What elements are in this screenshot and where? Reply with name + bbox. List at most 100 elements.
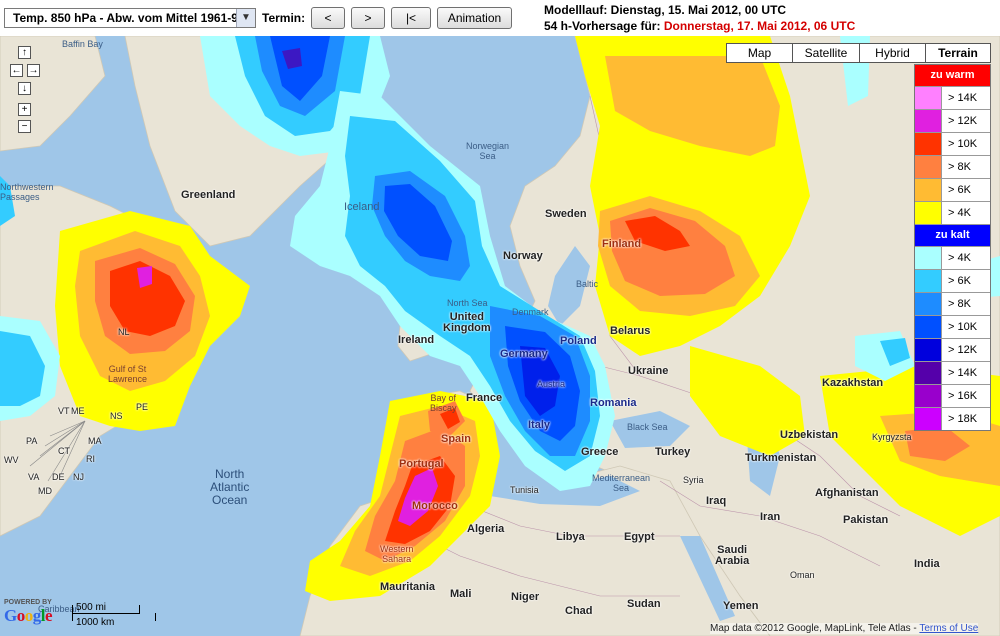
warm-anomaly-canada — [55, 211, 250, 431]
legend-row-warm: > 12K — [915, 109, 990, 132]
label-ma: MA — [88, 436, 102, 446]
pan-left-button[interactable]: ← — [10, 64, 23, 77]
legend-swatch — [915, 110, 942, 132]
legend-row-cold: > 4K — [915, 246, 990, 269]
scale-km: 1000 km — [76, 617, 115, 628]
label-kazakhstan: Kazakhstan — [822, 377, 884, 389]
legend-label: > 14K — [948, 367, 978, 379]
label-me: ME — [71, 406, 85, 416]
terms-link[interactable]: Terms of Use — [919, 623, 978, 634]
label-niger: Niger — [511, 591, 540, 603]
legend-swatch — [915, 385, 942, 407]
label-baffin-bay: Baffin Bay — [62, 39, 103, 49]
legend-label: > 10K — [948, 321, 978, 333]
label-pa: PA — [26, 436, 38, 446]
legend-label: > 12K — [948, 115, 978, 127]
label-uzbekistan: Uzbekistan — [780, 429, 839, 441]
legend-row-warm: > 10K — [915, 132, 990, 155]
label-baltic: Baltic — [576, 279, 599, 289]
label-ireland: Ireland — [398, 334, 435, 346]
label-sweden: Sweden — [545, 208, 587, 220]
pan-up-button[interactable]: ↑ — [18, 46, 31, 59]
map-type-map[interactable]: Map — [726, 43, 793, 63]
next-button[interactable]: > — [351, 7, 385, 29]
legend-swatch — [915, 408, 942, 430]
legend-row-cold: > 18K — [915, 407, 990, 430]
pan-down-button[interactable]: ↓ — [18, 82, 31, 95]
label-med-sea: Mediterranean Sea — [592, 473, 651, 493]
label-saudi-arabia: Saudi Arabia — [715, 544, 750, 567]
legend: zu warm > 14K > 12K > 10K > 8K > 6K > 4K zu k… — [914, 64, 991, 431]
animation-button[interactable]: Animation — [437, 7, 512, 29]
scale-mi: 500 mi — [76, 602, 107, 613]
label-md: MD — [38, 486, 52, 496]
legend-swatch — [915, 293, 942, 315]
first-button[interactable]: |< — [391, 7, 431, 29]
chevron-down-icon[interactable]: ▼ — [236, 9, 255, 27]
label-oman: Oman — [790, 570, 815, 580]
label-algeria: Algeria — [467, 523, 505, 535]
forecast-prefix: 54 h-Vorhersage für: — [544, 19, 661, 33]
pan-right-button[interactable]: → — [27, 64, 40, 77]
label-pe: PE — [136, 402, 149, 412]
scale-line — [72, 613, 140, 614]
modelllauf-text: Modelllauf: Dienstag, 15. Mai 2012, 00 U… — [544, 3, 787, 17]
label-turkey: Turkey — [655, 446, 691, 458]
legend-row-warm: > 8K — [915, 155, 990, 178]
legend-label: > 16K — [948, 390, 978, 402]
legend-swatch — [915, 179, 942, 201]
label-romania: Romania — [590, 397, 637, 409]
label-nl: NL — [118, 327, 130, 337]
label-greece: Greece — [581, 446, 619, 458]
legend-row-cold: > 16K — [915, 384, 990, 407]
legend-swatch — [915, 87, 942, 109]
legend-swatch — [915, 133, 942, 155]
label-mali: Mali — [450, 588, 472, 600]
label-de: DE — [52, 472, 65, 482]
map-type-satellite[interactable]: Satellite — [792, 43, 860, 63]
label-egypt: Egypt — [624, 531, 655, 543]
legend-row-cold: > 14K — [915, 361, 990, 384]
forecast-date: Donnerstag, 17. Mai 2012, 06 UTC — [663, 19, 856, 33]
label-iceland: Iceland — [344, 201, 380, 213]
zoom-out-button[interactable]: − — [18, 120, 31, 133]
label-gulf-st-lawrence: Gulf of St Lawrence — [108, 364, 148, 384]
label-north-sea: North Sea — [447, 298, 488, 308]
legend-swatch — [915, 316, 942, 338]
zoom-in-button[interactable]: + — [18, 103, 31, 116]
legend-label: > 4K — [948, 207, 971, 219]
label-uk: United Kingdom — [443, 311, 491, 334]
legend-row-cold: > 8K — [915, 292, 990, 315]
label-greenland: Greenland — [181, 189, 236, 201]
google-logo[interactable]: POWERED BY Google — [4, 599, 53, 626]
label-finland: Finland — [602, 238, 642, 250]
map-canvas[interactable]: Baffin Bay Greenland Iceland Norwegian S… — [0, 36, 1000, 636]
label-western-sahara: Western Sahara — [380, 544, 414, 564]
map-type-hybrid[interactable]: Hybrid — [859, 43, 926, 63]
parameter-select-value: Temp. 850 hPa - Abw. vom Mittel 1961-90 — [13, 11, 245, 25]
legend-warm-title: zu warm — [915, 65, 990, 86]
legend-row-warm: > 14K — [915, 86, 990, 109]
label-nj: NJ — [73, 472, 84, 482]
label-ukraine: Ukraine — [628, 365, 669, 377]
label-kyrgyzstan: Kyrgyzsta — [872, 432, 912, 442]
label-france: France — [466, 392, 503, 404]
label-ns: NS — [110, 411, 123, 421]
powered-by-text: POWERED BY — [4, 599, 52, 606]
label-sudan: Sudan — [627, 598, 661, 610]
legend-cold-title: zu kalt — [915, 224, 990, 246]
legend-row-cold: > 12K — [915, 338, 990, 361]
label-yemen: Yemen — [723, 600, 759, 612]
label-vt: VT — [58, 406, 70, 416]
label-chad: Chad — [565, 605, 593, 617]
label-syria: Syria — [683, 475, 704, 485]
parameter-select[interactable]: Temp. 850 hPa - Abw. vom Mittel 1961-90 … — [4, 8, 256, 28]
previous-button[interactable]: < — [311, 7, 345, 29]
map-type-terrain[interactable]: Terrain — [925, 43, 991, 63]
label-ct: CT — [58, 446, 70, 456]
legend-label: > 4K — [948, 252, 971, 264]
scale-tick-km — [155, 613, 156, 621]
label-tunisia: Tunisia — [510, 485, 539, 495]
legend-swatch — [915, 247, 942, 269]
land-canada-arctic — [0, 36, 106, 152]
